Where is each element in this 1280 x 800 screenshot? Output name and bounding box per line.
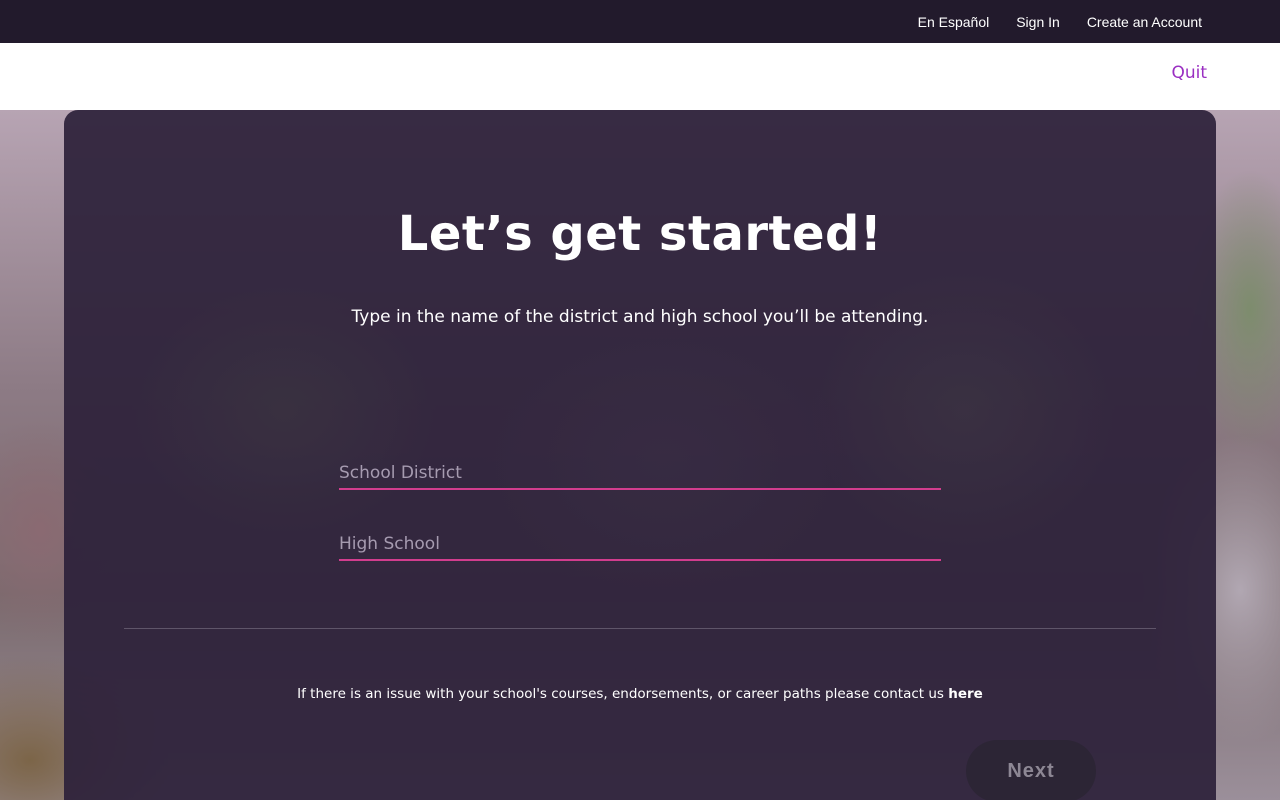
contact-notice: If there is an issue with your school's … [64,686,1216,702]
sign-in-link[interactable]: Sign In [1016,14,1060,30]
next-button[interactable]: Next [966,740,1096,800]
high-school-input[interactable] [339,521,941,559]
page-title: Let’s get started! [397,206,883,262]
onboarding-card: Let’s get started! Type in the name of t… [64,110,1216,800]
top-utility-bar: En Español Sign In Create an Account [0,0,1280,43]
create-account-link[interactable]: Create an Account [1087,14,1202,30]
school-district-input[interactable] [339,450,941,488]
page-subtitle: Type in the name of the district and hig… [351,307,929,327]
quit-link[interactable]: Quit [1171,63,1207,83]
high-school-field [339,521,941,561]
section-divider [124,628,1156,629]
school-district-field [339,450,941,490]
contact-here-link[interactable]: here [948,686,983,702]
header-bar: Quit [0,43,1280,110]
spanish-language-link[interactable]: En Español [918,14,990,30]
contact-text: If there is an issue with your school's … [297,686,944,702]
